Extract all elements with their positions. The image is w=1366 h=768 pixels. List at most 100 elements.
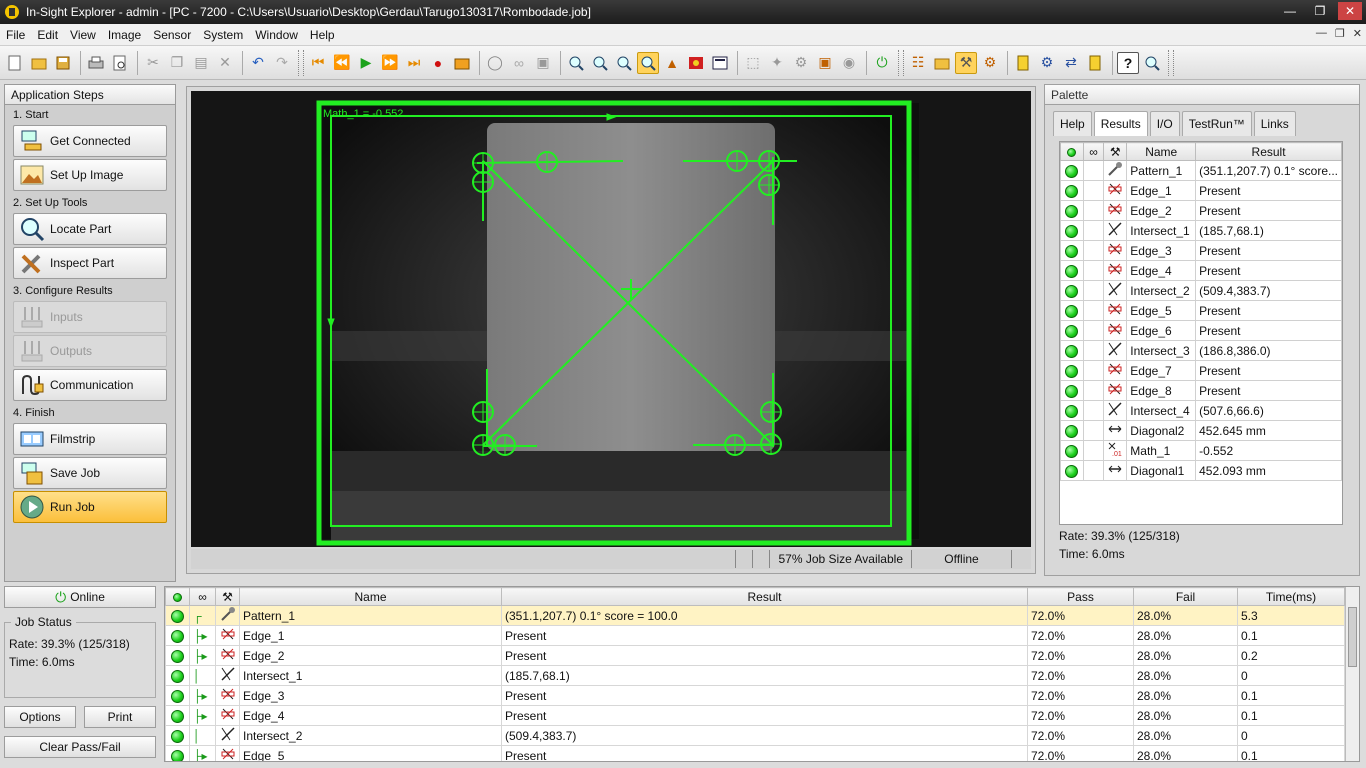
trigger-icon[interactable]: ◉ <box>838 52 860 74</box>
save-icon[interactable] <box>52 52 74 74</box>
tab-links[interactable]: Links <box>1253 111 1296 136</box>
filmstrip-button[interactable]: Filmstrip <box>13 423 167 455</box>
tab-testrun[interactable]: TestRun™ <box>1181 111 1252 136</box>
zoom-out-icon[interactable] <box>589 52 611 74</box>
save-job-button[interactable]: Save Job <box>13 457 167 489</box>
palette-row[interactable]: Edge_7 Present <box>1060 360 1342 381</box>
online-toggle-icon[interactable]: ⏻ <box>871 52 893 74</box>
device-icon[interactable] <box>1084 52 1106 74</box>
grid-row[interactable]: │ Intersect_2 (509.4,383.7) 72.0% 28.0% 0 <box>165 725 1345 746</box>
grid-row[interactable]: │ Intersect_1 (185.7,68.1) 72.0% 28.0% 0 <box>165 665 1345 686</box>
grid-time-header[interactable]: Time(ms) <box>1237 587 1345 606</box>
color-image-icon[interactable] <box>685 52 707 74</box>
palette-row[interactable]: Edge_1 Present <box>1060 180 1342 201</box>
grid-row[interactable]: ├▸ Edge_1 Present 72.0% 28.0% 0.1 <box>165 625 1345 646</box>
menu-view[interactable]: View <box>64 28 102 42</box>
filmstrip-record-icon[interactable] <box>451 52 473 74</box>
palette-row[interactable]: Edge_2 Present <box>1060 200 1342 221</box>
grid-row[interactable]: ├▸ Edge_5 Present 72.0% 28.0% 0.1 <box>165 745 1345 761</box>
child-close-icon[interactable]: ✕ <box>1353 27 1362 40</box>
circle-tool-icon[interactable]: ◯ <box>484 52 506 74</box>
palette-icon[interactable]: ⚙ <box>979 52 1001 74</box>
undo-icon[interactable]: ↶ <box>247 52 269 74</box>
network-icon[interactable]: ☷ <box>907 52 929 74</box>
status-column-icon[interactable] <box>1060 142 1084 161</box>
grid-row[interactable]: ├▸ Edge_2 Present 72.0% 28.0% 0.2 <box>165 645 1345 666</box>
grid-row[interactable]: ├▸ Edge_3 Present 72.0% 28.0% 0.1 <box>165 685 1345 706</box>
rewind-icon[interactable]: ⏪ <box>331 52 353 74</box>
menu-window[interactable]: Window <box>249 28 304 42</box>
palette-row[interactable]: Pattern_1 (351.1,207.7) 0.1° score... <box>1060 160 1342 181</box>
print-preview-icon[interactable] <box>109 52 131 74</box>
menu-system[interactable]: System <box>197 28 249 42</box>
inspect-part-button[interactable]: Inspect Part <box>13 247 167 279</box>
menu-image[interactable]: Image <box>102 28 147 42</box>
outputs-button[interactable]: Outputs <box>13 335 167 367</box>
inputs-button[interactable]: Inputs <box>13 301 167 333</box>
get-connected-button[interactable]: Get Connected <box>13 125 167 157</box>
palette-row[interactable]: Intersect_3 (186.8,386.0) <box>1060 340 1342 361</box>
palette-row[interactable]: Intersect_4 (507.6,66.6) <box>1060 400 1342 421</box>
print-icon[interactable] <box>85 52 107 74</box>
palette-row[interactable]: .01 Math_1 -0.552 <box>1060 440 1342 461</box>
grid-result-header[interactable]: Result <box>501 587 1028 606</box>
open-folder-icon[interactable] <box>28 52 50 74</box>
child-restore-icon[interactable]: ❐ <box>1335 27 1345 40</box>
tab-results[interactable]: Results <box>1093 111 1148 136</box>
maximize-button[interactable]: ❐ <box>1308 2 1332 20</box>
snap-icon[interactable]: ✦ <box>766 52 788 74</box>
search-help-icon[interactable] <box>1141 52 1163 74</box>
palette-row[interactable]: Edge_5 Present <box>1060 300 1342 321</box>
scrollbar-thumb[interactable] <box>1348 607 1357 667</box>
zoom-in-icon[interactable] <box>565 52 587 74</box>
palette-row[interactable]: Edge_3 Present <box>1060 240 1342 261</box>
set-up-image-button[interactable]: Set Up Image <box>13 159 167 191</box>
graphics-icon[interactable]: ⬚ <box>742 52 764 74</box>
palette-row[interactable]: Diagonal2 452.645 mm <box>1060 420 1342 441</box>
zoom-fit-icon[interactable] <box>613 52 635 74</box>
name-column-header[interactable]: Name <box>1126 142 1197 161</box>
tab-io[interactable]: I/O <box>1149 111 1180 136</box>
menu-file[interactable]: File <box>0 28 31 42</box>
menu-edit[interactable]: Edit <box>31 28 64 42</box>
tool-column-icon[interactable]: ⚒ <box>1103 142 1128 161</box>
menu-help[interactable]: Help <box>304 28 341 42</box>
paste-icon[interactable]: ▤ <box>190 52 212 74</box>
tools-icon[interactable]: ⚒ <box>955 51 977 74</box>
result-column-header[interactable]: Result <box>1195 142 1342 161</box>
online-button[interactable]: ⏻ Online <box>4 586 156 608</box>
cut-icon[interactable]: ✂ <box>142 52 164 74</box>
camera-image[interactable]: Math_1 = -0.552 <box>191 91 1031 547</box>
results-scrollbar[interactable] <box>1345 587 1359 761</box>
folder-open-icon[interactable] <box>931 52 953 74</box>
zoom-fill-icon[interactable] <box>637 51 659 74</box>
clear-pass-fail-button[interactable]: Clear Pass/Fail <box>4 736 156 758</box>
new-icon[interactable] <box>4 52 26 74</box>
image-adjust-icon[interactable]: ▲ <box>661 52 683 74</box>
locate-part-button[interactable]: Locate Part <box>13 213 167 245</box>
palette-row[interactable]: Diagonal1 452.093 mm <box>1060 460 1342 481</box>
child-minimize-icon[interactable]: — <box>1316 27 1327 40</box>
grid-link-column-icon[interactable]: ∞ <box>189 587 216 606</box>
menu-sensor[interactable]: Sensor <box>147 28 197 42</box>
delete-icon[interactable]: ✕ <box>214 52 236 74</box>
options-button[interactable]: Options <box>4 706 76 728</box>
grid-pass-header[interactable]: Pass <box>1027 587 1134 606</box>
fast-forward-icon[interactable]: ⏩ <box>379 52 401 74</box>
play-icon[interactable]: ▶ <box>355 52 377 74</box>
first-frame-icon[interactable]: ⏮ <box>307 52 329 74</box>
sensor-settings-icon[interactable]: ⚙ <box>1036 52 1058 74</box>
print-button[interactable]: Print <box>84 706 156 728</box>
connect-icon[interactable]: ⇄ <box>1060 52 1082 74</box>
grid-status-column-icon[interactable] <box>165 587 190 606</box>
tab-help[interactable]: Help <box>1053 111 1092 136</box>
minimize-button[interactable]: — <box>1278 2 1302 20</box>
link-column-icon[interactable]: ∞ <box>1082 142 1105 161</box>
last-frame-icon[interactable]: ⏭ <box>403 52 425 74</box>
grid-row[interactable]: ┌ Pattern_1 (351.1,207.7) 0.1° score = 100… <box>165 605 1345 626</box>
help-icon[interactable]: ? <box>1117 51 1139 74</box>
run-job-button[interactable]: Run Job <box>13 491 167 523</box>
communication-button[interactable]: Communication <box>13 369 167 401</box>
camera-icon[interactable]: ▣ <box>532 52 554 74</box>
palette-row[interactable]: Edge_6 Present <box>1060 320 1342 341</box>
